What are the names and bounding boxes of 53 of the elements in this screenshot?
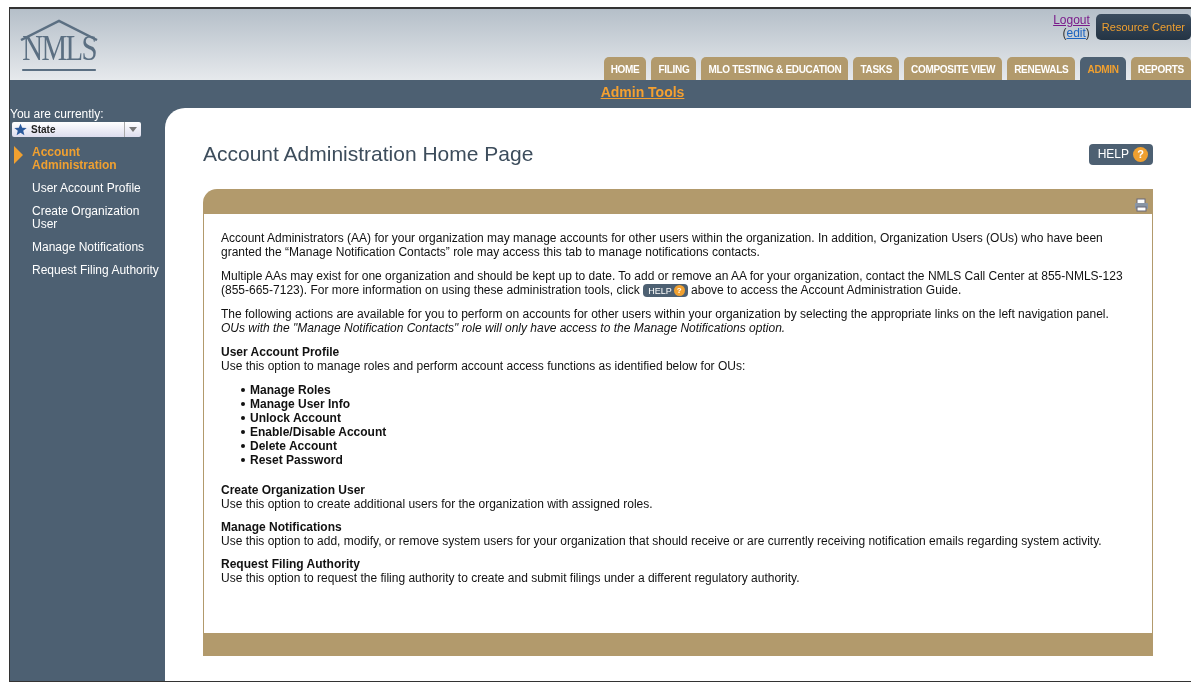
- section-heading: Manage Notifications: [221, 520, 343, 535]
- nav-tab[interactable]: COMPOSITE VIEW: [904, 57, 1003, 80]
- bullet-item: Enable/Disable Account: [250, 425, 387, 440]
- bullet-item: Delete Account: [250, 439, 337, 454]
- bullet-icon: [241, 416, 245, 421]
- bullet-icon: [241, 444, 245, 449]
- section-text: Use this option to create additional users for the organization with assigned roles.: [221, 497, 654, 512]
- section-text: Use this option to request the filing authority to create and submit filings under a different regulatory authority.: [221, 571, 801, 586]
- bullet-icon: [241, 402, 245, 407]
- sidebar-item[interactable]: Manage Notifications: [10, 238, 165, 261]
- sidebar-item[interactable]: Account Administration: [10, 143, 165, 179]
- paragraph: Multiple AAs may exist for one organization and should be kept up to date. To add or remove an AA for your organization, contact the NMLS Call Center at 855-NMLS-123 (855-665-7123). For more information on using these administration tools, click HELP ? above to access the Account Administration Guide.: [221, 269, 1124, 298]
- nav-tab[interactable]: HOME: [603, 57, 647, 80]
- parenthesis: (: [1062, 26, 1067, 40]
- parenthesis: ): [1085, 26, 1090, 40]
- resource-center-button[interactable]: Resource Center: [1095, 14, 1191, 40]
- bullet-item: Manage User Info: [250, 397, 351, 412]
- context-dropdown[interactable]: State: [12, 122, 141, 137]
- selection-arrow-icon: [14, 146, 23, 164]
- note-text: OUs with the "Manage Notification Contacts" role will only have access to the Manage Notifications option.: [221, 321, 787, 336]
- intro-paragraph: Account Administrators (AA) for your organization may manage accounts for other users within the organization. In addition, Organization Users (OUs) who have been granted the “Manage Notification Contacts” role may access this tab to manage notifications contacts.: [221, 231, 1104, 259]
- help-button[interactable]: HELP ?: [1088, 143, 1153, 165]
- sidebar-item[interactable]: User Account Profile: [10, 179, 165, 202]
- section-text: Use this option to add, modify, or remove system users for your organization that should receive or are currently receiving notification emails regarding system activity.: [221, 534, 1103, 549]
- nav-tab[interactable]: ADMIN: [1080, 57, 1126, 80]
- edit-link[interactable]: edit: [1066, 26, 1086, 40]
- bullet-item: Manage Roles: [250, 383, 331, 398]
- bullet-item: Unlock Account: [250, 411, 341, 426]
- section-text: Use this option to manage roles and perform account access functions as identified below for OUs:: [221, 359, 747, 374]
- context-label: You are currently:: [10, 107, 105, 121]
- bullet-icon: [241, 430, 245, 435]
- printer-icon[interactable]: [1134, 198, 1149, 212]
- sidebar-item[interactable]: Request Filing Authority: [10, 261, 165, 284]
- nav-tab[interactable]: TASKS: [853, 57, 900, 80]
- page-title: Account Administration Home Page: [203, 142, 534, 166]
- paragraph-text: The following actions are available for you to perform on accounts for other users within your organization by selecting the appropriate links on the left navigation panel.: [221, 307, 1110, 322]
- section-heading: Create Organization User: [221, 483, 367, 498]
- section-heading: Request Filing Authority: [221, 557, 361, 572]
- nav-tab[interactable]: FILING: [651, 57, 697, 80]
- nmls-logo[interactable]: NMLS: [18, 19, 100, 77]
- sidebar-item[interactable]: Create Organization User: [10, 202, 165, 238]
- logout-link[interactable]: Logout: [1053, 14, 1090, 27]
- bullet-icon: [241, 458, 245, 463]
- admin-tools-link[interactable]: Admin Tools: [600, 83, 685, 100]
- star-icon: [14, 123, 27, 136]
- bullet-item: Reset Password: [250, 453, 343, 468]
- section-heading: User Account Profile: [221, 345, 341, 360]
- caret-icon: [129, 127, 137, 132]
- help-badge[interactable]: HELP ?: [643, 284, 688, 298]
- bullet-icon: [241, 388, 245, 393]
- nav-tab[interactable]: REPORTS: [1130, 57, 1191, 80]
- nav-tab[interactable]: MLO TESTING & EDUCATION: [701, 57, 849, 80]
- nav-tab[interactable]: RENEWALS: [1007, 57, 1076, 80]
